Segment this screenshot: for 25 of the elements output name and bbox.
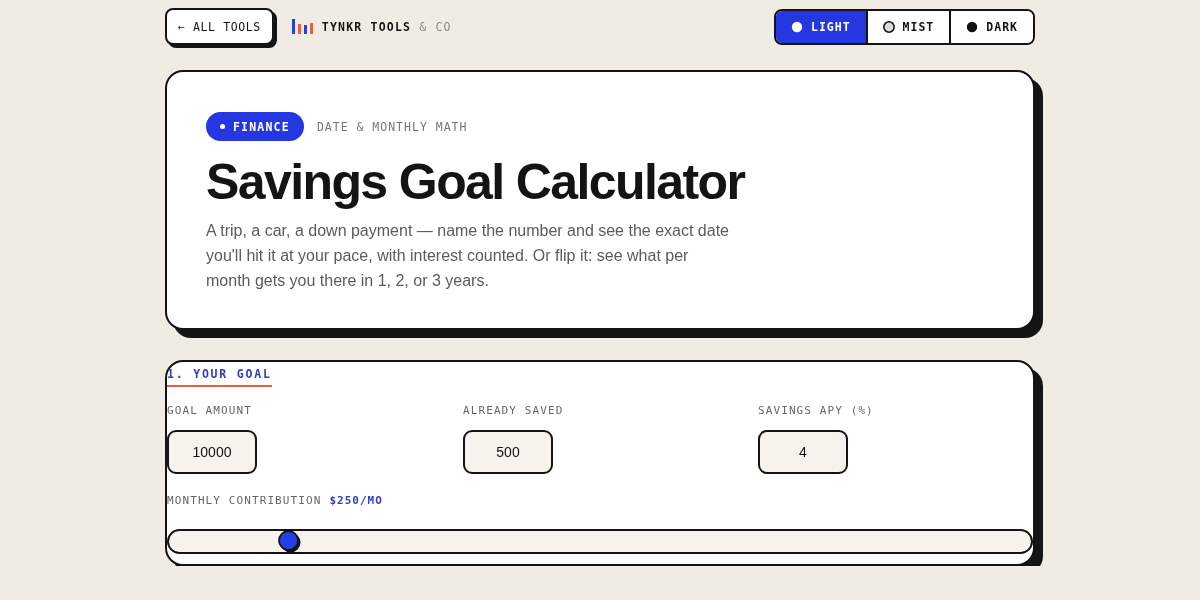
field-label: SAVINGS APY (%) xyxy=(758,404,874,418)
slider-thumb[interactable] xyxy=(278,530,302,553)
section-heading: 1. YOUR GOAL xyxy=(167,362,272,387)
number-input-field[interactable]: 500 xyxy=(463,430,553,474)
brand-name: TYNKR TOOLS xyxy=(321,19,412,34)
number-input-field[interactable]: 4 xyxy=(758,430,848,474)
category-tagline: DATE & MONTHLY MATH xyxy=(316,119,468,134)
bar-chart-logo-icon xyxy=(291,19,314,34)
theme-dot-icon xyxy=(882,20,895,33)
badge-label: FINANCE xyxy=(233,119,290,134)
field-label: MONTHLY CONTRIBUTION xyxy=(167,494,322,508)
dot-icon xyxy=(220,124,225,129)
page-title: Savings Goal Calculator xyxy=(206,155,746,210)
contribution-reading: $250/MO xyxy=(329,494,383,508)
intro-description: A trip, a car, a down payment — name the number and see the exact date you'll hit it at your pace, with interest counted. Or flip it: see what per month gets you there in 1, 2, or 3 years. xyxy=(206,221,730,291)
theme-option-button[interactable]: DARK xyxy=(949,10,1033,43)
theme-dot-icon xyxy=(966,20,979,33)
theme-dot-icon xyxy=(790,20,803,33)
number-input-field[interactable]: 10000 xyxy=(167,430,257,474)
brand-suffix: & CO xyxy=(419,19,452,34)
field-label: GOAL AMOUNT xyxy=(167,404,252,418)
field-label: ALREADY SAVED xyxy=(463,404,564,418)
contribution-slider-track[interactable] xyxy=(167,529,1033,554)
all-tools-button[interactable]: ← ALL TOOLS xyxy=(165,8,274,45)
theme-option-button[interactable]: LIGHT xyxy=(775,10,866,43)
